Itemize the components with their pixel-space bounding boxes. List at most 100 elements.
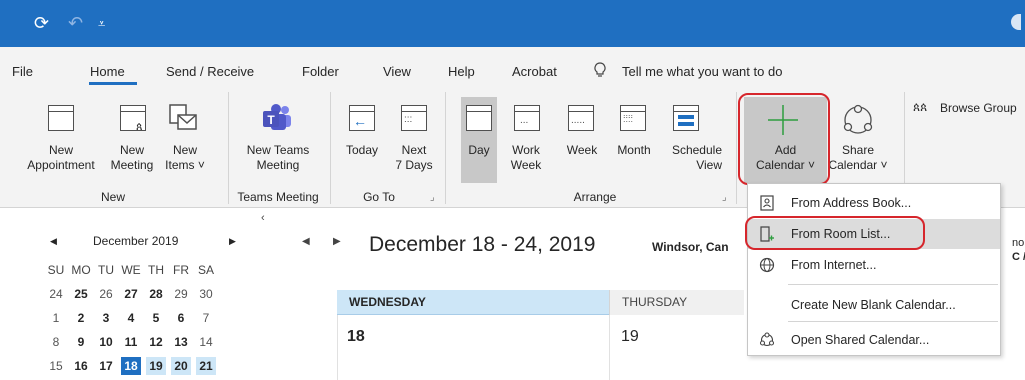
day-header-wednesday[interactable]: WEDNESDAY — [337, 290, 609, 315]
tell-me-search[interactable]: Tell me what you want to do — [622, 64, 782, 80]
active-tab-indicator — [89, 82, 137, 85]
mini-cal-day[interactable]: 9 — [71, 334, 91, 350]
mini-cal-day[interactable]: 25 — [71, 286, 91, 302]
mini-cal-month-label: December 2019 — [93, 234, 179, 248]
new-teams-meeting-button[interactable]: New Teams Meeting — [236, 143, 320, 173]
tab-home[interactable]: Home — [90, 64, 125, 80]
add-calendar-highlight-ring — [738, 93, 830, 185]
mini-cal-prev-icon[interactable]: ◀ — [50, 236, 57, 247]
browse-groups-button[interactable]: Browse Group — [940, 101, 1017, 116]
group-label-arrange: Arrange — [573, 190, 617, 204]
mini-cal-day[interactable]: 12 — [146, 334, 166, 350]
mini-cal-day[interactable]: 19 — [146, 357, 166, 375]
group-label-teams-meeting: Teams Meeting — [237, 190, 319, 204]
clipped-weather-text: norrC / — [1012, 237, 1025, 263]
globe-icon — [759, 257, 775, 273]
prev-week-icon[interactable]: ◀ — [302, 236, 310, 247]
mini-cal-day[interactable]: 7 — [196, 310, 216, 326]
day-button[interactable]: Day — [461, 143, 497, 158]
mini-cal-day[interactable]: 2 — [71, 310, 91, 326]
share-calendar-button[interactable]: Share Calendar ˅ — [826, 143, 890, 173]
back-arrow-icon: ← — [353, 113, 367, 129]
title-bar: ⟳ ↶ ⩡ — [0, 0, 1025, 47]
undo-icon[interactable]: ↶ — [68, 12, 83, 34]
column-divider — [337, 315, 338, 380]
menu-item-label: From Internet... — [791, 258, 877, 272]
mini-cal-day[interactable]: 6 — [171, 310, 191, 326]
group-separator — [330, 92, 331, 204]
mini-cal-day[interactable]: 5 — [146, 310, 166, 326]
group-label-new: New — [100, 190, 125, 204]
day-number-wednesday[interactable]: 18 — [347, 328, 365, 346]
next-week-icon[interactable]: ▶ — [333, 236, 341, 247]
menu-separator — [788, 284, 998, 285]
lightbulb-icon — [594, 62, 606, 82]
mini-cal-day[interactable]: 24 — [46, 286, 66, 302]
mini-cal-day[interactable]: 27 — [121, 286, 141, 302]
mini-cal-day[interactable]: 16 — [71, 358, 91, 374]
mini-cal-day[interactable]: 20 — [171, 357, 191, 375]
weather-location[interactable]: Windsor, Can — [652, 240, 729, 254]
arrange-dialog-launcher-icon[interactable]: ⌟ — [722, 192, 727, 203]
tab-folder[interactable]: Folder — [302, 64, 339, 80]
collapse-pane-icon[interactable]: ‹ — [261, 212, 265, 224]
group-label-go-to: Go To — [363, 190, 395, 204]
menu-item-from-internet[interactable]: From Internet... — [748, 250, 1000, 280]
schedule-view-button[interactable]: Schedule View — [662, 143, 722, 173]
mini-cal-day[interactable]: 21 — [196, 357, 216, 375]
work-week-button[interactable]: Work Week — [506, 143, 546, 173]
mini-cal-day[interactable]: 30 — [196, 286, 216, 302]
new-appointment-icon — [48, 105, 74, 131]
menu-item-label: Open Shared Calendar... — [791, 333, 930, 347]
menu-item-label: From Address Book... — [791, 196, 912, 210]
date-range-title: December 18 - 24, 2019 — [369, 233, 596, 256]
day-number-thursday[interactable]: 19 — [621, 328, 639, 346]
search-box-edge[interactable] — [1011, 14, 1021, 30]
tab-file[interactable]: File — [12, 64, 33, 80]
teams-icon: T — [262, 104, 292, 135]
new-appointment-button[interactable]: New Appointment — [2, 143, 120, 173]
mini-cal-day[interactable]: 8 — [46, 334, 66, 350]
tab-acrobat[interactable]: Acrobat — [512, 64, 557, 80]
tab-view[interactable]: View — [383, 64, 411, 80]
mini-cal-day[interactable]: 17 — [96, 358, 116, 374]
mini-cal-day[interactable]: 3 — [96, 310, 116, 326]
address-book-icon — [759, 195, 775, 211]
mini-cal-dow: TU — [98, 263, 114, 277]
month-button[interactable]: Month — [612, 143, 656, 158]
ribbon-tabs: File Home Send / Receive Folder View Hel… — [0, 47, 1025, 86]
day-header-thursday[interactable]: THURSDAY — [609, 290, 744, 315]
browse-groups-icon: ጰጰ — [913, 100, 928, 114]
mini-cal-day[interactable]: 14 — [196, 334, 216, 350]
mini-cal-day[interactable]: 15 — [46, 358, 66, 374]
mini-cal-day[interactable]: 1 — [46, 310, 66, 326]
mini-cal-dow: FR — [173, 263, 189, 277]
sync-icon[interactable]: ⟳ — [34, 12, 49, 34]
menu-item-from-address-book[interactable]: From Address Book... — [748, 188, 1000, 218]
dots-icon: ..... — [571, 115, 585, 126]
tab-help[interactable]: Help — [448, 64, 475, 80]
mini-cal-day[interactable]: 10 — [96, 334, 116, 350]
new-meeting-button[interactable]: New Meeting — [108, 143, 156, 173]
go-to-dialog-launcher-icon[interactable]: ⌟ — [430, 192, 435, 203]
mini-cal-day[interactable]: 13 — [171, 334, 191, 350]
room-list-highlight-ring — [745, 216, 925, 250]
next-7-days-button[interactable]: Next 7 Days — [392, 143, 436, 173]
quick-access-dropdown-icon[interactable]: ⩡ — [98, 13, 105, 35]
tab-send-receive[interactable]: Send / Receive — [166, 64, 254, 80]
schedule-bar-icon — [678, 122, 694, 126]
menu-item-create-new-blank-calendar[interactable]: Create New Blank Calendar... — [748, 290, 1000, 320]
people-icon: ጰ — [136, 121, 143, 133]
today-button[interactable]: Today — [338, 143, 386, 158]
mini-cal-day[interactable]: 11 — [121, 334, 141, 350]
mini-cal-day[interactable]: 28 — [146, 286, 166, 302]
mini-cal-day-selected[interactable]: 18 — [121, 357, 141, 375]
week-button[interactable]: Week — [562, 143, 602, 158]
mini-cal-day[interactable]: 4 — [121, 310, 141, 326]
schedule-bar-icon — [678, 115, 694, 119]
menu-item-open-shared-calendar[interactable]: Open Shared Calendar... — [748, 325, 1000, 355]
mini-cal-next-icon[interactable]: ▶ — [229, 236, 236, 247]
new-items-button[interactable]: New Items ˅ — [160, 143, 210, 173]
mini-cal-day[interactable]: 26 — [96, 286, 116, 302]
mini-cal-day[interactable]: 29 — [171, 286, 191, 302]
